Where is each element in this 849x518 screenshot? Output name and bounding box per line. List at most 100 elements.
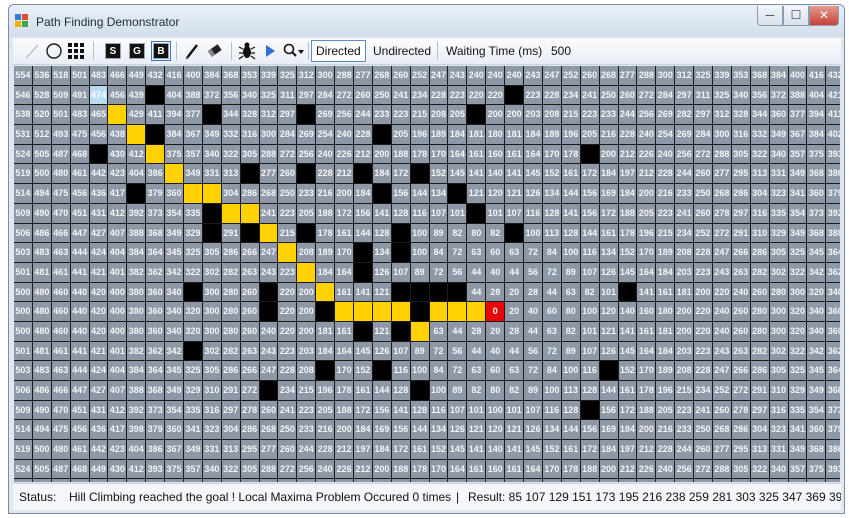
grid-cell[interactable]: 141: [618, 321, 637, 341]
grid-cell[interactable]: 250: [599, 85, 618, 105]
grid-cell[interactable]: 44: [467, 262, 486, 282]
grid-cell[interactable]: 354: [165, 203, 184, 223]
grid-cell[interactable]: 161: [599, 223, 618, 243]
grid-cell[interactable]: 322: [750, 459, 769, 479]
grid-cell[interactable]: 134: [599, 243, 618, 262]
grid-cell[interactable]: 436: [89, 420, 108, 440]
grid-cell[interactable]: 420: [89, 302, 108, 321]
grid-cell[interactable]: 169: [599, 420, 618, 440]
grid-cell[interactable]: 188: [316, 203, 335, 223]
grid-cell[interactable]: 89: [561, 341, 580, 361]
grid-cell[interactable]: 156: [580, 420, 599, 440]
grid-cell[interactable]: 288: [637, 66, 656, 85]
grid-cell[interactable]: 388: [127, 223, 146, 243]
grid-cell[interactable]: 60: [486, 361, 505, 380]
grid-cell[interactable]: 468: [70, 144, 89, 164]
grid-cell[interactable]: 440: [70, 302, 89, 321]
grid-cell[interactable]: 335: [788, 400, 807, 420]
grid-cell[interactable]: 340: [240, 85, 259, 105]
grid-cell[interactable]: 121: [505, 184, 524, 203]
grid-cell[interactable]: 184: [524, 479, 542, 482]
play-icon[interactable]: [263, 40, 277, 62]
grid-cell[interactable]: 305: [769, 243, 788, 262]
grid-cell[interactable]: 100: [561, 361, 580, 380]
grid-cell[interactable]: 140: [486, 440, 505, 459]
path-cell[interactable]: [146, 144, 165, 164]
grid-cell[interactable]: 316: [750, 203, 769, 223]
grid-cell[interactable]: 300: [202, 282, 221, 302]
grid-cell[interactable]: 357: [788, 144, 807, 164]
pen-icon[interactable]: [183, 40, 201, 62]
grid-cell[interactable]: 286: [221, 243, 240, 262]
grid-cell[interactable]: 243: [259, 341, 278, 361]
grid-cell[interactable]: 220: [712, 282, 731, 302]
grid-cell[interactable]: 145: [618, 341, 637, 361]
grid-cell[interactable]: 161: [656, 282, 675, 302]
grid-cell[interactable]: 144: [580, 223, 599, 243]
grid-cell[interactable]: 300: [259, 125, 278, 144]
grid-cell[interactable]: 152: [429, 164, 448, 184]
grid-cell[interactable]: 375: [807, 459, 826, 479]
grid-cell[interactable]: 164: [524, 144, 542, 164]
grid-cell[interactable]: 188: [580, 459, 599, 479]
grid-cell[interactable]: 141: [391, 400, 410, 420]
grid-cell[interactable]: 184: [599, 440, 618, 459]
grid-cell[interactable]: 160: [637, 302, 656, 321]
grid-cell[interactable]: 360: [826, 302, 840, 321]
grid-cell[interactable]: 200: [637, 420, 656, 440]
grid-cell[interactable]: 404: [127, 440, 146, 459]
grid-cell[interactable]: 441: [70, 341, 89, 361]
grid-cell[interactable]: 402: [826, 479, 840, 482]
grid-cell[interactable]: 297: [221, 400, 240, 420]
grid-cell[interactable]: 305: [202, 361, 221, 380]
grid-cell[interactable]: 313: [221, 164, 240, 184]
grid-cell[interactable]: 216: [599, 479, 618, 482]
wall-cell[interactable]: [354, 321, 372, 341]
grid-cell[interactable]: 531: [14, 479, 32, 482]
grid-cell[interactable]: 220: [278, 282, 297, 302]
grid-cell[interactable]: 329: [184, 223, 202, 243]
grid-cell[interactable]: 277: [712, 164, 731, 184]
grid-cell[interactable]: 360: [826, 321, 840, 341]
grid-cell[interactable]: 323: [769, 420, 788, 440]
grid-cell[interactable]: 145: [618, 262, 637, 282]
grid-cell[interactable]: 169: [372, 420, 391, 440]
wall-cell[interactable]: [372, 361, 391, 380]
grid-cell[interactable]: 256: [637, 105, 656, 125]
grid-cell[interactable]: 241: [675, 203, 694, 223]
grid-cell[interactable]: 240: [467, 66, 486, 85]
grid-cell[interactable]: 184: [618, 420, 637, 440]
grid-cell[interactable]: 241: [259, 203, 278, 223]
grid-cell[interactable]: 404: [807, 85, 826, 105]
grid-cell[interactable]: 160: [486, 144, 505, 164]
grid-cell[interactable]: 501: [14, 341, 32, 361]
grid-cell[interactable]: 297: [278, 105, 297, 125]
grid-cell[interactable]: 475: [51, 420, 70, 440]
grid-cell[interactable]: 107: [391, 262, 410, 282]
grid-cell[interactable]: 252: [561, 66, 580, 85]
grid-cell[interactable]: 220: [694, 302, 712, 321]
grid-cell[interactable]: 514: [14, 184, 32, 203]
grid-cell[interactable]: 63: [505, 243, 524, 262]
grid-cell[interactable]: 172: [580, 440, 599, 459]
grid-cell[interactable]: 302: [769, 262, 788, 282]
grid-cell[interactable]: 487: [51, 459, 70, 479]
grid-cell[interactable]: 340: [165, 282, 184, 302]
grid-cell[interactable]: 184: [656, 262, 675, 282]
grid-cell[interactable]: 480: [51, 440, 70, 459]
grid-cell[interactable]: 423: [108, 164, 127, 184]
grid-cell[interactable]: 481: [32, 262, 51, 282]
grid-cell[interactable]: 367: [788, 125, 807, 144]
grid-cell[interactable]: 291: [221, 381, 240, 400]
grid-cell[interactable]: 412: [108, 203, 127, 223]
grid-cell[interactable]: 196: [316, 381, 335, 400]
grid-cell[interactable]: 438: [108, 125, 127, 144]
grid-cell[interactable]: 223: [675, 400, 694, 420]
grid-cell[interactable]: 379: [826, 420, 840, 440]
grid-cell[interactable]: 184: [354, 184, 372, 203]
grid-cell[interactable]: 140: [618, 302, 637, 321]
grid-cell[interactable]: 256: [297, 459, 316, 479]
grid-cell[interactable]: 382: [127, 262, 146, 282]
grid-cell[interactable]: 181: [505, 479, 524, 482]
grid-cell[interactable]: 305: [202, 243, 221, 262]
